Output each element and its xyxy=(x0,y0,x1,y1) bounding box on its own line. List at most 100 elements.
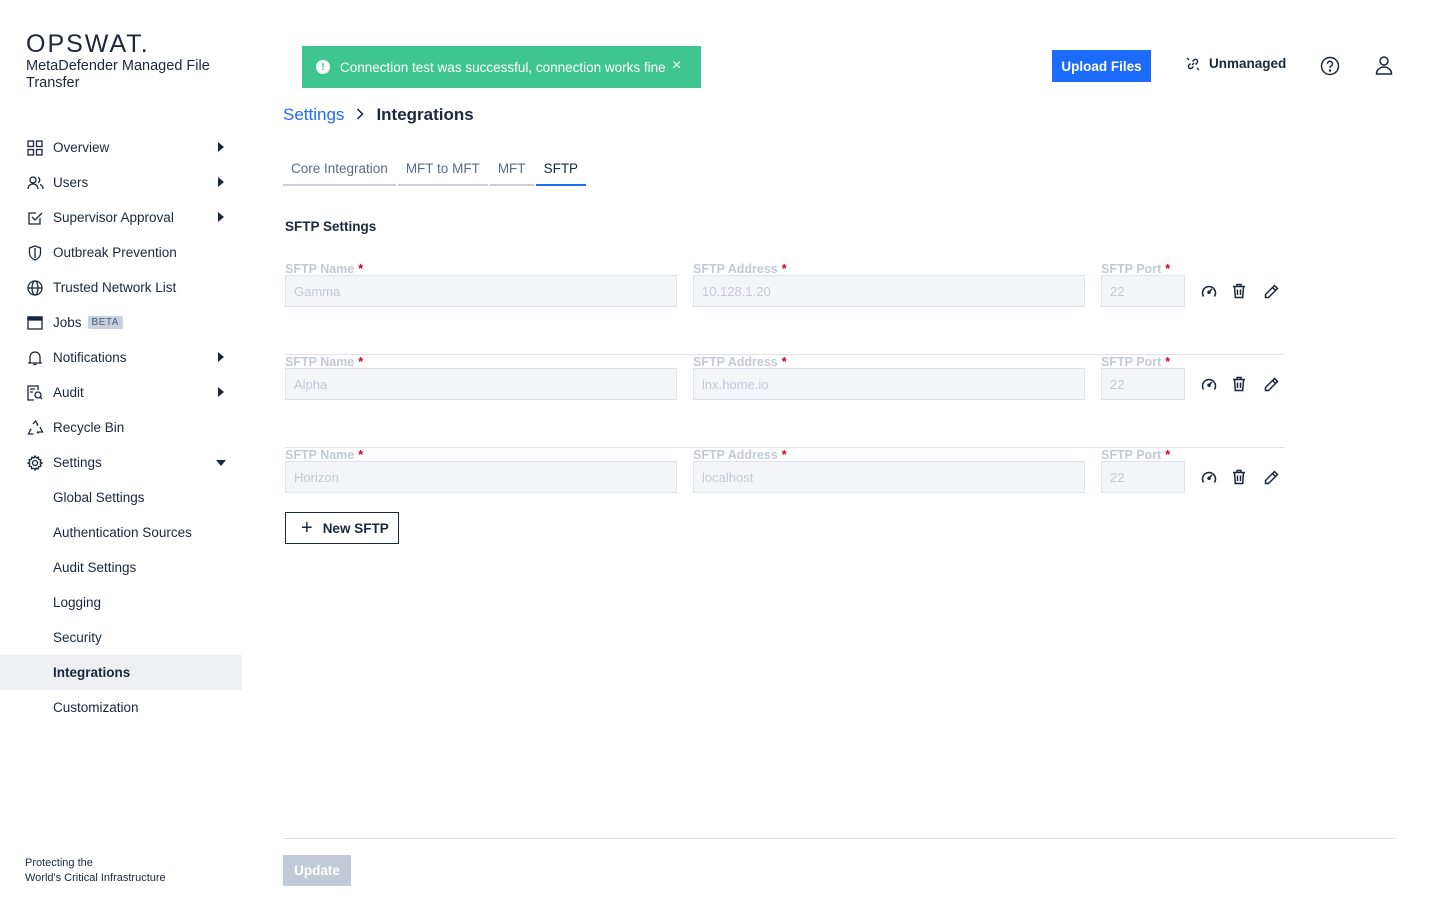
update-button[interactable]: Update xyxy=(283,855,351,886)
sidebar-item-label: Audit Settings xyxy=(53,560,137,575)
label-text: SFTP Port xyxy=(1101,355,1162,369)
sidebar-item-supervisor-approval[interactable]: Supervisor Approval xyxy=(0,200,242,235)
sftp-port-label: SFTP Port * xyxy=(1101,262,1170,276)
sidebar-item-settings[interactable]: Settings xyxy=(0,445,242,480)
required-mark: * xyxy=(358,355,364,369)
sftp-port-label: SFTP Port * xyxy=(1101,448,1170,462)
edit-icon[interactable] xyxy=(1261,467,1281,487)
sidebar-item-label: Supervisor Approval xyxy=(53,210,174,225)
sidebar-item-customization[interactable]: Customization xyxy=(0,690,242,725)
required-mark: * xyxy=(781,448,787,462)
edit-icon[interactable] xyxy=(1261,281,1281,301)
edit-icon[interactable] xyxy=(1261,374,1281,394)
plus-icon: + xyxy=(301,517,313,539)
sidebar-item-audit-settings[interactable]: Audit Settings xyxy=(0,550,242,585)
sidebar-item-label: Outbreak Prevention xyxy=(53,245,177,260)
checkbox-icon xyxy=(26,209,44,227)
sidebar-nav: Overview Users Supervisor Approval Outbr… xyxy=(0,130,242,725)
caret-right-icon xyxy=(218,142,224,152)
close-icon[interactable]: × xyxy=(672,57,681,75)
opswat-logo: OPSWAT. xyxy=(26,30,150,58)
sidebar-item-security[interactable]: Security xyxy=(0,620,242,655)
sftp-row: SFTP Name* SFTP Address* SFTP Port* xyxy=(285,355,1285,448)
bell-icon xyxy=(26,349,44,367)
test-connection-icon[interactable] xyxy=(1199,374,1219,394)
breadcrumb: Settings Integrations xyxy=(283,105,474,125)
tab-mft-to-mft[interactable]: MFT to MFT xyxy=(397,152,488,186)
sftp-address-label: SFTP Address * xyxy=(693,355,787,369)
chevron-right-icon xyxy=(356,107,364,123)
sftp-port-input[interactable] xyxy=(1101,275,1185,307)
sidebar-item-notifications[interactable]: Notifications xyxy=(0,340,242,375)
breadcrumb-settings-link[interactable]: Settings xyxy=(283,105,344,125)
sidebar-item-authentication-sources[interactable]: Authentication Sources xyxy=(0,515,242,550)
sftp-port-input[interactable] xyxy=(1101,368,1185,400)
test-connection-icon[interactable] xyxy=(1199,467,1219,487)
label-text: SFTP Name xyxy=(285,262,355,276)
sftp-name-label: SFTP Name * xyxy=(285,262,363,276)
sftp-name-input[interactable] xyxy=(285,461,677,493)
sidebar-item-label: Customization xyxy=(53,700,139,715)
trash-icon[interactable] xyxy=(1229,281,1249,301)
required-mark: * xyxy=(1165,448,1171,462)
alert-circle-icon: ! xyxy=(316,60,330,74)
sftp-row: SFTP Name* SFTP Address* SFTP Port* xyxy=(285,262,1285,355)
sidebar-item-recycle-bin[interactable]: Recycle Bin xyxy=(0,410,242,445)
new-sftp-button[interactable]: + New SFTP xyxy=(285,512,399,544)
label-text: SFTP Address xyxy=(693,355,778,369)
sftp-row: SFTP Name* SFTP Address* SFTP Port* xyxy=(285,448,1285,541)
sidebar-item-outbreak-prevention[interactable]: Outbreak Prevention xyxy=(0,235,242,270)
trash-icon[interactable] xyxy=(1229,467,1249,487)
sidebar-item-label: Integrations xyxy=(53,665,131,680)
footer-divider xyxy=(283,838,1395,839)
caret-down-icon xyxy=(216,460,226,466)
sidebar-item-label: Trusted Network List xyxy=(53,280,177,295)
sftp-address-input[interactable] xyxy=(693,275,1085,307)
sidebar-item-audit[interactable]: Audit xyxy=(0,375,242,410)
sidebar-item-label: Notifications xyxy=(53,350,127,365)
sidebar-item-logging[interactable]: Logging xyxy=(0,585,242,620)
sidebar-item-label: Recycle Bin xyxy=(53,420,125,435)
label-text: SFTP Address xyxy=(693,262,778,276)
unmanaged-button[interactable]: Unmanaged xyxy=(1186,56,1286,71)
sftp-address-input[interactable] xyxy=(693,368,1085,400)
sidebar-item-trusted-network-list[interactable]: Trusted Network List xyxy=(0,270,242,305)
sftp-name-label: SFTP Name * xyxy=(285,448,363,462)
integration-tabs: Core Integration MFT to MFT MFT SFTP xyxy=(283,152,588,186)
sftp-address-label: SFTP Address * xyxy=(693,448,787,462)
globe-icon xyxy=(26,279,44,297)
user-icon[interactable] xyxy=(1375,55,1393,80)
sidebar-item-users[interactable]: Users xyxy=(0,165,242,200)
caret-right-icon xyxy=(218,212,224,222)
help-icon[interactable] xyxy=(1320,56,1340,81)
sidebar-item-label: Settings xyxy=(53,455,102,470)
sidebar-item-label: Jobs xyxy=(53,315,82,330)
sidebar-item-integrations[interactable]: Integrations xyxy=(0,655,242,690)
caret-right-icon xyxy=(218,352,224,362)
required-mark: * xyxy=(1165,262,1171,276)
required-mark: * xyxy=(1165,355,1171,369)
trash-icon[interactable] xyxy=(1229,374,1249,394)
sidebar-item-label: Audit xyxy=(53,385,84,400)
tagline-line-2: World's Critical Infrastructure xyxy=(25,872,166,884)
label-text: SFTP Name xyxy=(285,448,355,462)
sidebar-item-overview[interactable]: Overview xyxy=(0,130,242,165)
beta-badge: BETA xyxy=(87,316,123,329)
sidebar-item-jobs[interactable]: Jobs BETA xyxy=(0,305,242,340)
sidebar-item-label: Global Settings xyxy=(53,490,145,505)
required-mark: * xyxy=(781,262,787,276)
test-connection-icon[interactable] xyxy=(1199,281,1219,301)
sftp-name-label: SFTP Name * xyxy=(285,355,363,369)
sftp-port-label: SFTP Port * xyxy=(1101,355,1170,369)
upload-files-button[interactable]: Upload Files xyxy=(1052,50,1151,82)
sftp-name-input[interactable] xyxy=(285,275,677,307)
sftp-address-input[interactable] xyxy=(693,461,1085,493)
sftp-port-input[interactable] xyxy=(1101,461,1185,493)
tab-core-integration[interactable]: Core Integration xyxy=(283,152,396,186)
tab-mft[interactable]: MFT xyxy=(489,152,534,186)
breadcrumb-current: Integrations xyxy=(376,105,474,124)
sftp-name-input[interactable] xyxy=(285,368,677,400)
sidebar-item-global-settings[interactable]: Global Settings xyxy=(0,480,242,515)
tab-sftp[interactable]: SFTP xyxy=(535,152,587,186)
label-text: SFTP Port xyxy=(1101,262,1162,276)
